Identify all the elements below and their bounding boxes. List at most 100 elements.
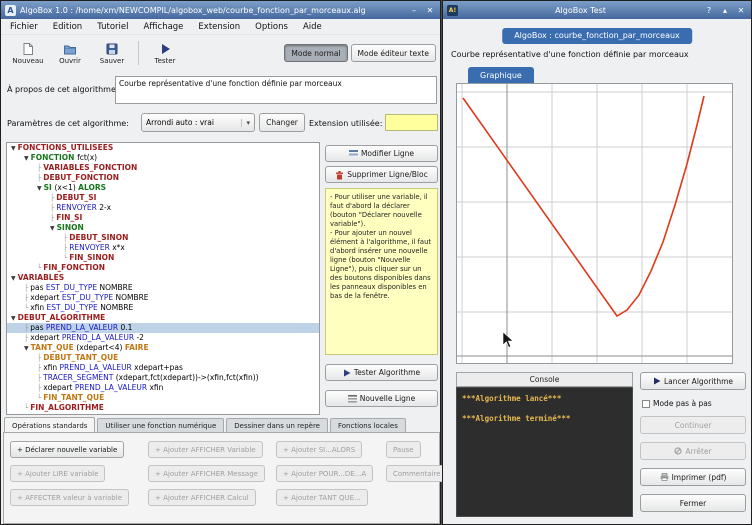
sauver-label: Sauver bbox=[100, 57, 125, 65]
tree-row[interactable]: ▼SI (x<1) ALORS bbox=[7, 183, 319, 193]
tree-row[interactable]: ├VARIABLES_FONCTION bbox=[7, 163, 319, 173]
continuer-button[interactable]: Continuer bbox=[640, 416, 746, 434]
menu-extension[interactable]: Extension bbox=[198, 22, 240, 32]
sauver-button[interactable]: Sauver bbox=[91, 42, 133, 65]
action-button[interactable]: + Ajouter AFFICHER Variable bbox=[148, 441, 263, 458]
menu-aide[interactable]: Aide bbox=[303, 22, 322, 32]
tree-row[interactable]: └FIN_SINON bbox=[7, 253, 319, 263]
tree-row[interactable]: ├DEBUT_SINON bbox=[7, 233, 319, 243]
tree-row[interactable]: ▼TANT_QUE (xdepart<4) FAIRE bbox=[7, 343, 319, 353]
tree-row[interactable]: ├DEBUT_TANT_QUE bbox=[7, 353, 319, 363]
about-field[interactable]: Courbe représentative d'une fonction déf… bbox=[115, 76, 437, 104]
tree-row[interactable]: ├xdepart PREND_LA_VALEUR -2 bbox=[7, 333, 319, 343]
mode-editeur-texte-button[interactable]: Mode éditeur texte bbox=[351, 44, 436, 62]
tab-fonction-numerique[interactable]: Utiliser une fonction numérique bbox=[97, 418, 224, 433]
action-button[interactable]: + Ajouter POUR...DE...A bbox=[276, 465, 373, 482]
tree-row[interactable]: ├xdepart PREND_LA_VALEUR xfin bbox=[7, 383, 319, 393]
action-button[interactable]: + AFFECTER valeur à variable bbox=[10, 489, 129, 506]
menu-affichage[interactable]: Affichage bbox=[143, 22, 183, 32]
arrondi-combo[interactable]: Arrondi auto : vrai ▾ bbox=[141, 113, 255, 132]
tree-row[interactable]: ├FIN_SI bbox=[7, 213, 319, 223]
operations-panel: + Déclarer nouvelle variable + Ajouter AF… bbox=[3, 432, 440, 524]
expander-icon[interactable]: ▼ bbox=[11, 145, 16, 152]
tester-algorithme-button[interactable]: Tester Algorithme bbox=[325, 364, 438, 381]
play-icon bbox=[158, 42, 172, 56]
mode-normal-button[interactable]: Mode normal bbox=[284, 44, 347, 62]
tree-row[interactable]: └FIN_TANT_QUE bbox=[7, 393, 319, 403]
menu-tutoriel[interactable]: Tutoriel bbox=[97, 22, 128, 32]
fermer-label: Fermer bbox=[680, 499, 706, 508]
tab-graphique[interactable]: Graphique bbox=[468, 67, 534, 84]
params-label: Paramètres de cet algorithme: bbox=[7, 119, 129, 128]
expander-icon[interactable]: ▼ bbox=[24, 345, 29, 352]
branch-guide: ├ bbox=[37, 354, 41, 362]
modifier-ligne-button[interactable]: Modifier Ligne bbox=[325, 145, 438, 162]
toolbar-separator bbox=[138, 41, 139, 65]
tree-row[interactable]: ▼FONCTIONS_UTILISEES bbox=[7, 143, 319, 153]
close-button[interactable]: ✕ bbox=[735, 4, 747, 16]
menu-fichier[interactable]: Fichier bbox=[10, 22, 38, 32]
fermer-button[interactable]: Fermer bbox=[640, 494, 746, 512]
algobox-app-icon: A bbox=[5, 5, 16, 16]
nouvelle-ligne-button[interactable]: Nouvelle Ligne bbox=[325, 390, 438, 407]
graph-frame[interactable] bbox=[456, 83, 733, 364]
tree-row[interactable]: ├TRACER_SEGMENT (xdepart,fct(xdepart))->… bbox=[7, 373, 319, 383]
action-button[interactable]: + Déclarer nouvelle variable bbox=[10, 441, 124, 458]
branch-guide: ├ bbox=[50, 214, 54, 222]
expander-icon[interactable]: ▼ bbox=[50, 225, 55, 232]
expander-icon[interactable]: ▼ bbox=[11, 315, 16, 322]
tab-operations-standards[interactable]: Opérations standards bbox=[4, 417, 95, 433]
expander-icon[interactable]: ▼ bbox=[11, 275, 16, 282]
action-button[interactable]: + Ajouter AFFICHER Calcul bbox=[148, 489, 256, 506]
test-titlebar[interactable]: A! AlgoBox Test ? ▴ ✕ bbox=[443, 1, 751, 19]
action-button[interactable]: + Ajouter LIRE variable bbox=[10, 465, 105, 482]
tree-row[interactable]: ▼DEBUT_ALGORITHME bbox=[7, 313, 319, 323]
menu-edition[interactable]: Edition bbox=[53, 22, 82, 32]
tree-row[interactable]: ├xfin PREND_LA_VALEUR xdepart+pas bbox=[7, 363, 319, 373]
imprimer-pdf-button[interactable]: Imprimer (pdf) bbox=[640, 468, 746, 486]
branch-guide: ├ bbox=[24, 284, 28, 292]
tree-row[interactable]: ▼SINON bbox=[7, 223, 319, 233]
action-button[interactable]: Pause bbox=[386, 441, 421, 458]
tree-row[interactable]: ├DEBUT_SI bbox=[7, 193, 319, 203]
tree-row[interactable]: └xfin EST_DU_TYPE NOMBRE bbox=[7, 303, 319, 313]
extension-field[interactable] bbox=[385, 114, 438, 131]
lancer-algorithme-button[interactable]: Lancer Algorithme bbox=[640, 372, 746, 390]
algo-tree[interactable]: ▼FONCTIONS_UTILISEES▼FONCTION fct(x)├VAR… bbox=[6, 142, 320, 415]
action-button[interactable]: Commentaire bbox=[386, 465, 448, 482]
branch-guide: └ bbox=[24, 304, 28, 312]
action-button[interactable]: + Ajouter TANT QUE... bbox=[276, 489, 368, 506]
expander-icon[interactable]: ▼ bbox=[37, 185, 42, 192]
action-button[interactable]: + Ajouter SI...ALORS bbox=[276, 441, 362, 458]
tab-fonctions-locales[interactable]: Fonctions locales bbox=[330, 418, 406, 433]
action-button[interactable]: + Ajouter AFFICHER Message bbox=[148, 465, 265, 482]
minimize-button[interactable]: – bbox=[408, 4, 420, 16]
help-button[interactable]: ? bbox=[703, 4, 715, 16]
main-titlebar[interactable]: A AlgoBox 1.0 : /home/xm/NEWCOMPIL/algob… bbox=[1, 1, 440, 19]
expander-icon[interactable]: ▼ bbox=[24, 155, 29, 162]
console-header: Console bbox=[456, 372, 633, 387]
tree-row[interactable]: ▼VARIABLES bbox=[7, 273, 319, 283]
tree-row[interactable]: ├pas EST_DU_TYPE NOMBRE bbox=[7, 283, 319, 293]
tree-row[interactable]: ├pas PREND_LA_VALEUR 0.1 bbox=[7, 323, 319, 333]
changer-button[interactable]: Changer bbox=[259, 113, 305, 132]
ouvrir-button[interactable]: Ouvrir bbox=[49, 42, 91, 65]
tree-row[interactable]: └FIN_ALGORITHME bbox=[7, 403, 319, 413]
nouveau-button[interactable]: Nouveau bbox=[7, 42, 49, 65]
branch-guide: ├ bbox=[63, 244, 67, 252]
tester-button[interactable]: Tester bbox=[144, 42, 186, 65]
shade-button[interactable]: ▴ bbox=[719, 4, 731, 16]
tree-row[interactable]: ├DEBUT_FONCTION bbox=[7, 173, 319, 183]
menu-options[interactable]: Options bbox=[255, 22, 288, 32]
arreter-button[interactable]: Arrêter bbox=[640, 442, 746, 460]
tree-row[interactable]: └FIN_FONCTION bbox=[7, 263, 319, 273]
tree-row[interactable]: ├RENVOYER 2-x bbox=[7, 203, 319, 213]
tree-row[interactable]: ├xdepart EST_DU_TYPE NOMBRE bbox=[7, 293, 319, 303]
tree-row[interactable]: ▼FONCTION fct(x) bbox=[7, 153, 319, 163]
supprimer-ligne-button[interactable]: Supprimer Ligne/Bloc bbox=[325, 166, 438, 183]
tester-label: Tester bbox=[155, 57, 176, 65]
mode-pas-a-pas-checkbox[interactable]: Mode pas à pas bbox=[642, 399, 712, 408]
tab-dessiner-repere[interactable]: Dessiner dans un repère bbox=[226, 418, 328, 433]
close-button[interactable]: ✕ bbox=[424, 4, 436, 16]
tree-row[interactable]: ├RENVOYER x*x bbox=[7, 243, 319, 253]
